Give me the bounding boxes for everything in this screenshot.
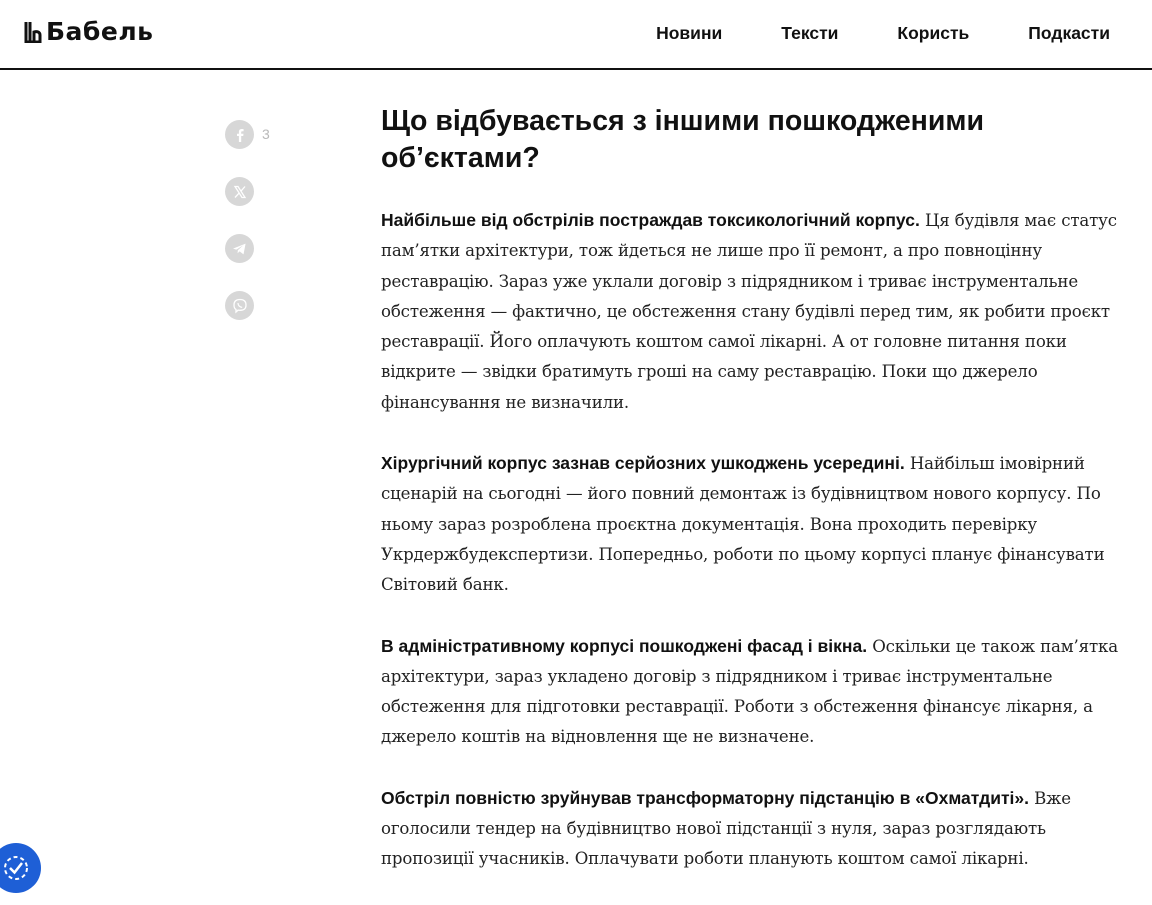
viber-icon [232,298,247,313]
facebook-share-count: 3 [262,126,270,142]
article-paragraph: В адміністративному корпусі пошкоджені ф… [381,631,1121,753]
paragraph-lead: Обстріл повністю зруйнував трансформатор… [381,787,1029,808]
share-x-button[interactable] [225,177,254,206]
article-paragraph: Обстріл повністю зруйнував трансформатор… [381,783,1121,875]
article-paragraph: Найбільше від обстрілів постраждав токси… [381,205,1121,418]
paragraph-lead: В адміністративному корпусі пошкоджені ф… [381,635,868,656]
share-telegram-button[interactable] [225,234,254,263]
paragraph-text: Ця будівля має статус пам’ятки архітекту… [381,211,1117,412]
article-body: Що відбувається з іншими пошкодженими об… [381,103,1121,905]
paragraph-lead: Хірургічний корпус зазнав серйозних ушко… [381,453,905,474]
share-x [225,177,285,206]
paragraph-text: Найбільш імовірний сценарій на сьогодні … [381,454,1105,595]
share-viber [225,291,285,320]
share-facebook: 3 [225,120,285,149]
site-logo[interactable]: Бабель [24,17,153,47]
site-header: Бабель Новини Тексти Користь Подкасти [0,0,1152,70]
article-paragraph: Хірургічний корпус зазнав серйозних ушко… [381,448,1121,600]
accessibility-icon [4,856,28,880]
nav-item-useful[interactable]: Користь [897,22,969,44]
share-viber-button[interactable] [225,291,254,320]
facebook-icon [236,128,244,142]
share-telegram [225,234,285,263]
nav-item-texts[interactable]: Тексти [781,22,838,44]
accessibility-button[interactable] [0,843,41,893]
x-icon [233,185,246,198]
logo-text: Бабель [46,17,154,46]
share-panel: 3 [225,120,285,348]
section-heading: Що відбувається з іншими пошкодженими об… [381,105,985,174]
nav-item-news[interactable]: Новини [656,22,722,44]
telegram-icon [233,243,246,254]
nav-item-podcasts[interactable]: Подкасти [1028,22,1110,44]
babel-logo-icon [24,22,42,43]
share-facebook-button[interactable] [225,120,254,149]
main-nav: Новини Тексти Користь Подкасти [597,22,1110,44]
paragraph-lead: Найбільше від обстрілів постраждав токси… [381,210,920,230]
